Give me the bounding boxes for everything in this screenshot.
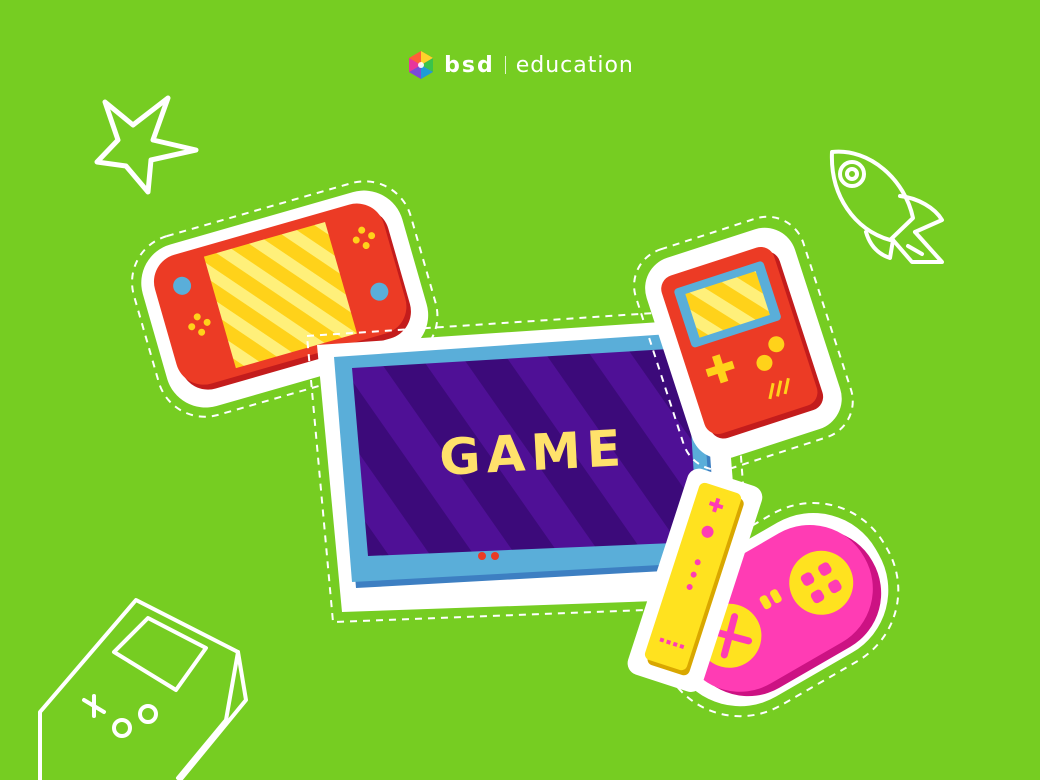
rocket-doodle-icon <box>829 149 944 264</box>
hero-illustration: bsd education GAME <box>0 0 1040 780</box>
star-doodle-icon <box>94 95 199 195</box>
scene: GAME <box>38 95 944 780</box>
game-title: GAME <box>438 419 628 487</box>
handheld-doodle-icon <box>38 598 248 780</box>
